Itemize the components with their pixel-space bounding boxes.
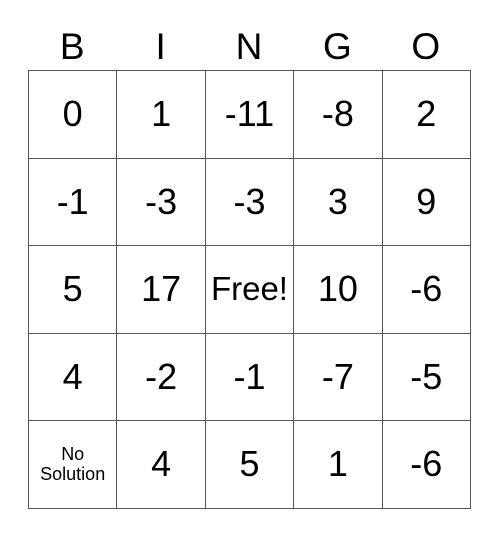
bingo-cell[interactable]: -8 — [294, 71, 383, 159]
bingo-cell-free-space[interactable]: Free! — [205, 246, 295, 334]
bingo-cell[interactable]: 5 — [29, 246, 118, 334]
bingo-row: No Solution 4 5 1 -6 — [29, 421, 471, 509]
bingo-row: -1 -3 -3 3 9 — [29, 158, 471, 246]
bingo-cell[interactable]: -5 — [382, 333, 471, 421]
bingo-cell[interactable]: 3 — [294, 158, 383, 246]
bingo-card: B I N G O 0 1 -11 -8 2 -1 -3 -3 3 9 5 17… — [28, 22, 471, 509]
bingo-cell[interactable]: -3 — [205, 158, 295, 246]
bingo-cell[interactable]: 9 — [382, 158, 471, 246]
bingo-cell[interactable]: -1 — [205, 333, 295, 421]
bingo-header-n: N — [235, 25, 263, 67]
bingo-row: 0 1 -11 -8 2 — [29, 71, 471, 159]
bingo-header-i: I — [155, 25, 166, 67]
bingo-header-o: O — [411, 25, 441, 67]
bingo-cell[interactable]: 1 — [117, 71, 206, 159]
bingo-cell[interactable]: -11 — [205, 71, 295, 159]
bingo-cell[interactable]: -6 — [382, 246, 471, 334]
bingo-grid: 0 1 -11 -8 2 -1 -3 -3 3 9 5 17 Free! 10 … — [28, 70, 471, 509]
bingo-cell[interactable]: 2 — [382, 71, 471, 159]
bingo-cell[interactable]: -3 — [117, 158, 206, 246]
bingo-cell[interactable]: 4 — [29, 333, 118, 421]
bingo-cell[interactable]: -6 — [382, 421, 471, 509]
bingo-header-g: G — [322, 25, 352, 67]
bingo-cell[interactable]: 0 — [29, 71, 118, 159]
bingo-cell[interactable]: No Solution — [29, 421, 118, 509]
bingo-cell[interactable]: -7 — [294, 333, 383, 421]
bingo-cell[interactable]: 10 — [294, 246, 383, 334]
bingo-cell[interactable]: 17 — [117, 246, 206, 334]
bingo-cell[interactable]: 5 — [205, 421, 295, 509]
bingo-row: 4 -2 -1 -7 -5 — [29, 333, 471, 421]
bingo-header-b: B — [59, 25, 85, 67]
bingo-row: 5 17 Free! 10 -6 — [29, 246, 471, 334]
bingo-cell[interactable]: -2 — [117, 333, 206, 421]
bingo-cell[interactable]: 4 — [117, 421, 206, 509]
bingo-header-row: B I N G O — [28, 22, 470, 70]
bingo-cell[interactable]: -1 — [29, 158, 118, 246]
bingo-cell[interactable]: 1 — [294, 421, 383, 509]
